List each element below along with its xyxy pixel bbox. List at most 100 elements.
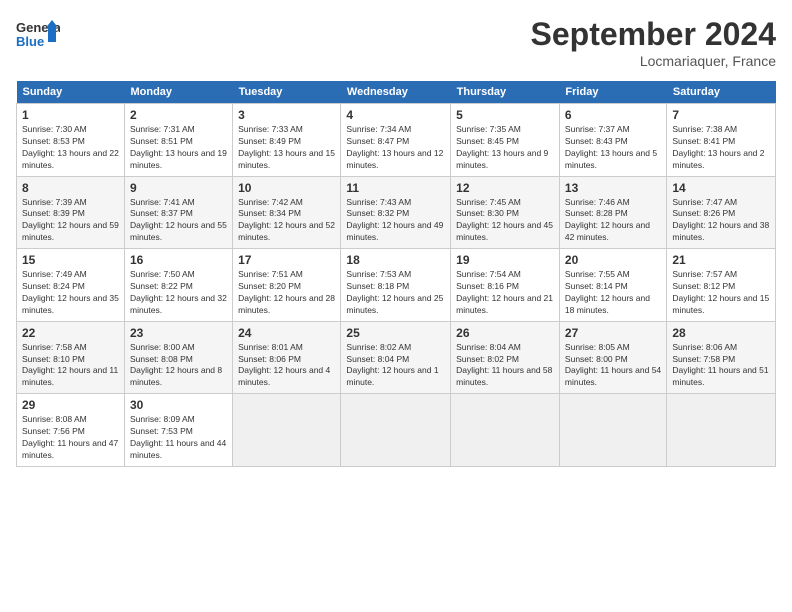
calendar-cell: 15 Sunrise: 7:49 AMSunset: 8:24 PMDayligh… (17, 249, 125, 322)
day-number: 25 (346, 326, 445, 340)
day-number: 4 (346, 108, 445, 122)
col-header-saturday: Saturday (667, 81, 776, 104)
day-number: 5 (456, 108, 554, 122)
calendar-cell: 23 Sunrise: 8:00 AMSunset: 8:08 PMDayligh… (124, 321, 232, 394)
day-detail: Sunrise: 7:30 AMSunset: 8:53 PMDaylight:… (22, 124, 119, 170)
day-number: 26 (456, 326, 554, 340)
calendar-cell: 2 Sunrise: 7:31 AMSunset: 8:51 PMDaylight… (124, 104, 232, 177)
day-number: 22 (22, 326, 119, 340)
day-number: 2 (130, 108, 227, 122)
day-detail: Sunrise: 8:05 AMSunset: 8:00 PMDaylight:… (565, 342, 661, 388)
calendar-cell (667, 394, 776, 467)
day-number: 29 (22, 398, 119, 412)
day-detail: Sunrise: 8:02 AMSunset: 8:04 PMDaylight:… (346, 342, 438, 388)
day-detail: Sunrise: 7:49 AMSunset: 8:24 PMDaylight:… (22, 269, 119, 315)
day-detail: Sunrise: 7:34 AMSunset: 8:47 PMDaylight:… (346, 124, 443, 170)
calendar-cell: 6 Sunrise: 7:37 AMSunset: 8:43 PMDaylight… (559, 104, 666, 177)
col-header-thursday: Thursday (451, 81, 560, 104)
calendar-cell: 12 Sunrise: 7:45 AMSunset: 8:30 PMDayligh… (451, 176, 560, 249)
day-detail: Sunrise: 7:51 AMSunset: 8:20 PMDaylight:… (238, 269, 335, 315)
day-number: 11 (346, 181, 445, 195)
day-number: 19 (456, 253, 554, 267)
calendar-cell: 3 Sunrise: 7:33 AMSunset: 8:49 PMDaylight… (233, 104, 341, 177)
logo-svg: General Blue (16, 16, 60, 56)
day-detail: Sunrise: 7:58 AMSunset: 8:10 PMDaylight:… (22, 342, 118, 388)
calendar-cell: 24Sunrise: 8:01 AMSunset: 8:06 PMDayligh… (233, 321, 341, 394)
header-row: SundayMondayTuesdayWednesdayThursdayFrid… (17, 81, 776, 104)
calendar-cell: 21 Sunrise: 7:57 AMSunset: 8:12 PMDayligh… (667, 249, 776, 322)
day-number: 24 (238, 326, 335, 340)
day-detail: Sunrise: 7:41 AMSunset: 8:37 PMDaylight:… (130, 197, 227, 243)
day-number: 21 (672, 253, 770, 267)
day-detail: Sunrise: 7:54 AMSunset: 8:16 PMDaylight:… (456, 269, 553, 315)
day-number: 15 (22, 253, 119, 267)
day-detail: Sunrise: 8:06 AMSunset: 7:58 PMDaylight:… (672, 342, 768, 388)
day-detail: Sunrise: 7:33 AMSunset: 8:49 PMDaylight:… (238, 124, 335, 170)
day-detail: Sunrise: 7:50 AMSunset: 8:22 PMDaylight:… (130, 269, 227, 315)
day-number: 23 (130, 326, 227, 340)
day-detail: Sunrise: 7:39 AMSunset: 8:39 PMDaylight:… (22, 197, 119, 243)
day-detail: Sunrise: 8:08 AMSunset: 7:56 PMDaylight:… (22, 414, 118, 460)
calendar-cell: 30 Sunrise: 8:09 AMSunset: 7:53 PMDayligh… (124, 394, 232, 467)
day-detail: Sunrise: 7:31 AMSunset: 8:51 PMDaylight:… (130, 124, 227, 170)
week-row-4: 22 Sunrise: 7:58 AMSunset: 8:10 PMDayligh… (17, 321, 776, 394)
week-row-3: 15 Sunrise: 7:49 AMSunset: 8:24 PMDayligh… (17, 249, 776, 322)
col-header-sunday: Sunday (17, 81, 125, 104)
day-number: 12 (456, 181, 554, 195)
calendar-cell: 16 Sunrise: 7:50 AMSunset: 8:22 PMDayligh… (124, 249, 232, 322)
calendar-cell: 17 Sunrise: 7:51 AMSunset: 8:20 PMDayligh… (233, 249, 341, 322)
calendar-cell: 11Sunrise: 7:43 AMSunset: 8:32 PMDayligh… (341, 176, 451, 249)
month-title: September 2024 (531, 16, 776, 53)
week-row-2: 8Sunrise: 7:39 AMSunset: 8:39 PMDaylight… (17, 176, 776, 249)
col-header-wednesday: Wednesday (341, 81, 451, 104)
col-header-friday: Friday (559, 81, 666, 104)
col-header-tuesday: Tuesday (233, 81, 341, 104)
day-number: 3 (238, 108, 335, 122)
day-number: 6 (565, 108, 661, 122)
day-number: 10 (238, 181, 335, 195)
calendar-cell: 7Sunrise: 7:38 AMSunset: 8:41 PMDaylight… (667, 104, 776, 177)
header: General Blue September 2024 Locmariaquer… (16, 16, 776, 69)
calendar-cell: 18 Sunrise: 7:53 AMSunset: 8:18 PMDayligh… (341, 249, 451, 322)
day-detail: Sunrise: 7:55 AMSunset: 8:14 PMDaylight:… (565, 269, 650, 315)
day-detail: Sunrise: 7:35 AMSunset: 8:45 PMDaylight:… (456, 124, 548, 170)
day-number: 20 (565, 253, 661, 267)
svg-text:Blue: Blue (16, 34, 44, 49)
day-number: 17 (238, 253, 335, 267)
title-block: September 2024 Locmariaquer, France (531, 16, 776, 69)
calendar-cell (559, 394, 666, 467)
col-header-monday: Monday (124, 81, 232, 104)
calendar-cell (451, 394, 560, 467)
calendar-cell: 26Sunrise: 8:04 AMSunset: 8:02 PMDayligh… (451, 321, 560, 394)
day-number: 27 (565, 326, 661, 340)
calendar-cell (233, 394, 341, 467)
day-number: 16 (130, 253, 227, 267)
calendar-cell: 25 Sunrise: 8:02 AMSunset: 8:04 PMDayligh… (341, 321, 451, 394)
day-detail: Sunrise: 7:57 AMSunset: 8:12 PMDaylight:… (672, 269, 769, 315)
day-detail: Sunrise: 7:47 AMSunset: 8:26 PMDaylight:… (672, 197, 769, 243)
day-detail: Sunrise: 7:37 AMSunset: 8:43 PMDaylight:… (565, 124, 657, 170)
day-detail: Sunrise: 8:09 AMSunset: 7:53 PMDaylight:… (130, 414, 226, 460)
day-detail: Sunrise: 7:45 AMSunset: 8:30 PMDaylight:… (456, 197, 553, 243)
calendar-table: SundayMondayTuesdayWednesdayThursdayFrid… (16, 81, 776, 467)
calendar-cell: 1Sunrise: 7:30 AMSunset: 8:53 PMDaylight… (17, 104, 125, 177)
calendar-cell: 20 Sunrise: 7:55 AMSunset: 8:14 PMDayligh… (559, 249, 666, 322)
calendar-cell: 27 Sunrise: 8:05 AMSunset: 8:00 PMDayligh… (559, 321, 666, 394)
calendar-cell: 4 Sunrise: 7:34 AMSunset: 8:47 PMDaylight… (341, 104, 451, 177)
location: Locmariaquer, France (531, 53, 776, 69)
calendar-cell: 9Sunrise: 7:41 AMSunset: 8:37 PMDaylight… (124, 176, 232, 249)
day-detail: Sunrise: 7:46 AMSunset: 8:28 PMDaylight:… (565, 197, 650, 243)
calendar-cell: 28 Sunrise: 8:06 AMSunset: 7:58 PMDayligh… (667, 321, 776, 394)
calendar-cell: 8Sunrise: 7:39 AMSunset: 8:39 PMDaylight… (17, 176, 125, 249)
day-detail: Sunrise: 8:00 AMSunset: 8:08 PMDaylight:… (130, 342, 222, 388)
week-row-5: 29 Sunrise: 8:08 AMSunset: 7:56 PMDayligh… (17, 394, 776, 467)
day-detail: Sunrise: 7:38 AMSunset: 8:41 PMDaylight:… (672, 124, 764, 170)
calendar-cell (341, 394, 451, 467)
week-row-1: 1Sunrise: 7:30 AMSunset: 8:53 PMDaylight… (17, 104, 776, 177)
day-number: 18 (346, 253, 445, 267)
day-number: 28 (672, 326, 770, 340)
day-detail: Sunrise: 7:42 AMSunset: 8:34 PMDaylight:… (238, 197, 335, 243)
day-number: 30 (130, 398, 227, 412)
day-detail: Sunrise: 7:53 AMSunset: 8:18 PMDaylight:… (346, 269, 443, 315)
calendar-cell: 14Sunrise: 7:47 AMSunset: 8:26 PMDayligh… (667, 176, 776, 249)
